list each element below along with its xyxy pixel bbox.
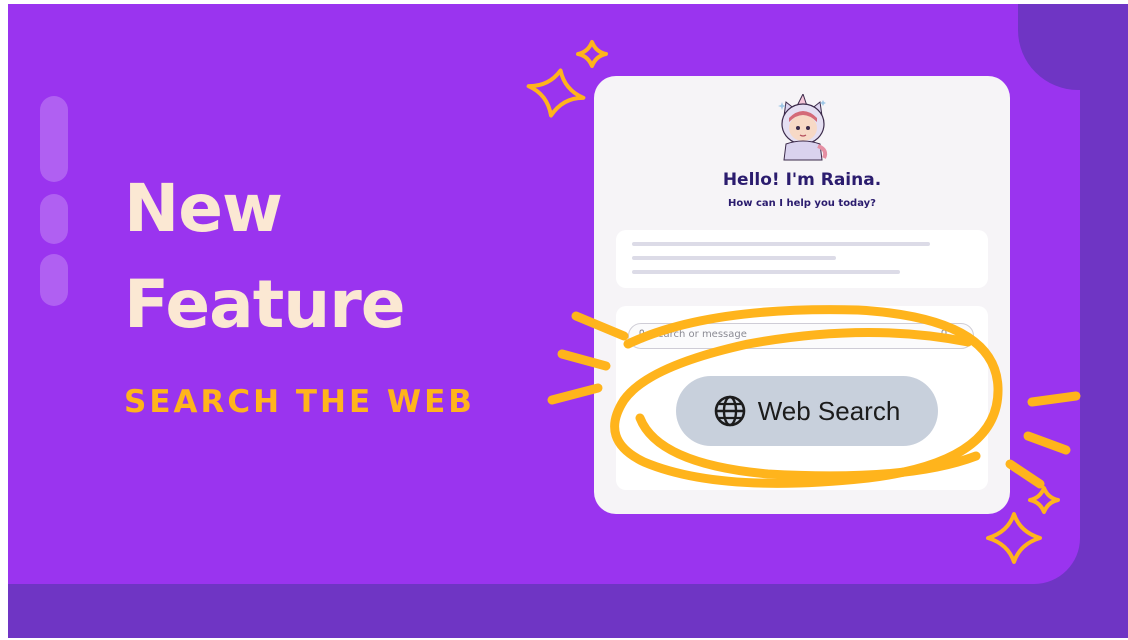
sparkle-icon [526,68,586,118]
decorative-scribbles [526,40,1081,564]
emphasis-lines-right [1005,391,1081,489]
banner-frame: New Feature SEARCH THE WEB Hello! I'm Ra… [8,4,1128,638]
emphasis-lines-left [547,311,629,405]
sparkle-icon [986,512,1042,564]
highlight-circle [610,305,1003,488]
sparkle-icon [1028,486,1060,514]
sparkle-icon [576,40,608,68]
